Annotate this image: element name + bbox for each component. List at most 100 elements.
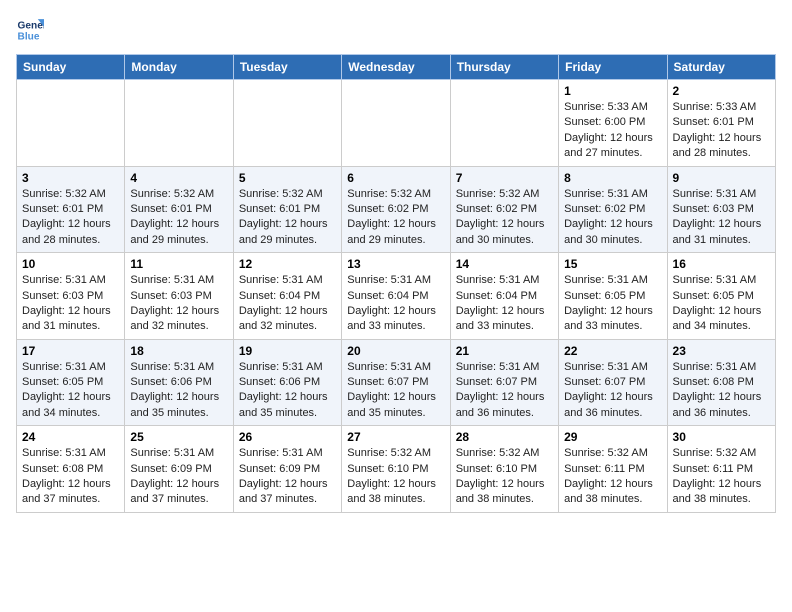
calendar-cell: 15 Sunrise: 5:31 AM Sunset: 6:05 PM Dayli…: [559, 253, 667, 340]
day-info: Sunrise: 5:31 AM Sunset: 6:08 PM Dayligh…: [673, 360, 770, 422]
calendar-cell: 14 Sunrise: 5:31 AM Sunset: 6:04 PM Dayli…: [450, 253, 558, 340]
calendar-cell: 5 Sunrise: 5:32 AM Sunset: 6:01 PM Daylig…: [233, 166, 341, 253]
svg-text:General: General: [18, 20, 44, 31]
calendar-cell: 28 Sunrise: 5:32 AM Sunset: 6:10 PM Dayli…: [450, 426, 558, 513]
weekday-header: Saturday: [667, 55, 775, 80]
calendar-cell: 18Sunrise: 5:31 AM Sunset: 6:06 PM Dayli…: [125, 339, 233, 426]
calendar-cell: 20 Sunrise: 5:31 AM Sunset: 6:07 PM Dayli…: [342, 339, 450, 426]
logo-icon: General Blue: [16, 16, 44, 44]
day-info: Sunrise: 5:32 AM Sunset: 6:10 PM Dayligh…: [347, 446, 444, 508]
day-info: Sunrise: 5:33 AM Sunset: 6:00 PM Dayligh…: [564, 100, 661, 162]
day-info: Sunrise: 5:31 AM Sunset: 6:08 PM Dayligh…: [22, 446, 119, 508]
day-number: 12: [239, 257, 336, 271]
calendar-cell: 8 Sunrise: 5:31 AM Sunset: 6:02 PM Daylig…: [559, 166, 667, 253]
calendar-cell: 12 Sunrise: 5:31 AM Sunset: 6:04 PM Dayli…: [233, 253, 341, 340]
calendar-cell: 7 Sunrise: 5:32 AM Sunset: 6:02 PM Daylig…: [450, 166, 558, 253]
day-info: Sunrise: 5:32 AM Sunset: 6:01 PM Dayligh…: [239, 187, 336, 249]
day-number: 17: [22, 344, 119, 358]
day-info: Sunrise: 5:32 AM Sunset: 6:10 PM Dayligh…: [456, 446, 553, 508]
calendar-cell: 1 Sunrise: 5:33 AM Sunset: 6:00 PM Daylig…: [559, 80, 667, 167]
calendar-cell: 13 Sunrise: 5:31 AM Sunset: 6:04 PM Dayli…: [342, 253, 450, 340]
day-info: Sunrise: 5:31 AM Sunset: 6:04 PM Dayligh…: [456, 273, 553, 335]
day-info: Sunrise: 5:33 AM Sunset: 6:01 PM Dayligh…: [673, 100, 770, 162]
weekday-header: Friday: [559, 55, 667, 80]
calendar-cell: 9Sunrise: 5:31 AM Sunset: 6:03 PM Daylig…: [667, 166, 775, 253]
day-info: Sunrise: 5:31 AM Sunset: 6:05 PM Dayligh…: [564, 273, 661, 335]
weekday-header: Tuesday: [233, 55, 341, 80]
calendar-cell: [450, 80, 558, 167]
day-info: Sunrise: 5:32 AM Sunset: 6:11 PM Dayligh…: [673, 446, 770, 508]
calendar-cell: 29 Sunrise: 5:32 AM Sunset: 6:11 PM Dayli…: [559, 426, 667, 513]
day-number: 25: [130, 430, 227, 444]
day-info: Sunrise: 5:31 AM Sunset: 6:06 PM Dayligh…: [130, 360, 227, 422]
weekday-header: Monday: [125, 55, 233, 80]
day-info: Sunrise: 5:31 AM Sunset: 6:03 PM Dayligh…: [22, 273, 119, 335]
day-number: 29: [564, 430, 661, 444]
weekday-header: Sunday: [17, 55, 125, 80]
calendar-cell: 10 Sunrise: 5:31 AM Sunset: 6:03 PM Dayli…: [17, 253, 125, 340]
calendar-cell: 22 Sunrise: 5:31 AM Sunset: 6:07 PM Dayli…: [559, 339, 667, 426]
calendar-header-row: SundayMondayTuesdayWednesdayThursdayFrid…: [17, 55, 776, 80]
weekday-header: Wednesday: [342, 55, 450, 80]
day-number: 22: [564, 344, 661, 358]
calendar-cell: 2Sunrise: 5:33 AM Sunset: 6:01 PM Daylig…: [667, 80, 775, 167]
day-info: Sunrise: 5:31 AM Sunset: 6:02 PM Dayligh…: [564, 187, 661, 249]
day-number: 15: [564, 257, 661, 271]
day-number: 14: [456, 257, 553, 271]
day-number: 7: [456, 171, 553, 185]
logo: General Blue: [16, 16, 48, 44]
weekday-header: Thursday: [450, 55, 558, 80]
day-number: 20: [347, 344, 444, 358]
day-number: 11: [130, 257, 227, 271]
day-info: Sunrise: 5:31 AM Sunset: 6:06 PM Dayligh…: [239, 360, 336, 422]
calendar-cell: 21 Sunrise: 5:31 AM Sunset: 6:07 PM Dayli…: [450, 339, 558, 426]
calendar-cell: [342, 80, 450, 167]
day-info: Sunrise: 5:32 AM Sunset: 6:01 PM Dayligh…: [22, 187, 119, 249]
calendar-cell: 23 Sunrise: 5:31 AM Sunset: 6:08 PM Dayli…: [667, 339, 775, 426]
calendar-cell: [17, 80, 125, 167]
calendar-cell: 3Sunrise: 5:32 AM Sunset: 6:01 PM Daylig…: [17, 166, 125, 253]
day-info: Sunrise: 5:32 AM Sunset: 6:11 PM Dayligh…: [564, 446, 661, 508]
day-info: Sunrise: 5:31 AM Sunset: 6:09 PM Dayligh…: [130, 446, 227, 508]
day-number: 21: [456, 344, 553, 358]
day-info: Sunrise: 5:31 AM Sunset: 6:03 PM Dayligh…: [673, 187, 770, 249]
day-info: Sunrise: 5:31 AM Sunset: 6:07 PM Dayligh…: [564, 360, 661, 422]
day-number: 24: [22, 430, 119, 444]
day-number: 28: [456, 430, 553, 444]
day-number: 4: [130, 171, 227, 185]
day-number: 23: [673, 344, 770, 358]
page-header: General Blue: [16, 16, 776, 44]
day-number: 27: [347, 430, 444, 444]
day-info: Sunrise: 5:32 AM Sunset: 6:01 PM Dayligh…: [130, 187, 227, 249]
calendar-week-row: 24 Sunrise: 5:31 AM Sunset: 6:08 PM Dayli…: [17, 426, 776, 513]
day-number: 10: [22, 257, 119, 271]
day-info: Sunrise: 5:31 AM Sunset: 6:05 PM Dayligh…: [22, 360, 119, 422]
day-number: 1: [564, 84, 661, 98]
day-info: Sunrise: 5:32 AM Sunset: 6:02 PM Dayligh…: [456, 187, 553, 249]
calendar-cell: 17 Sunrise: 5:31 AM Sunset: 6:05 PM Dayli…: [17, 339, 125, 426]
day-info: Sunrise: 5:31 AM Sunset: 6:07 PM Dayligh…: [456, 360, 553, 422]
calendar-week-row: 17 Sunrise: 5:31 AM Sunset: 6:05 PM Dayli…: [17, 339, 776, 426]
day-number: 13: [347, 257, 444, 271]
calendar-cell: 19 Sunrise: 5:31 AM Sunset: 6:06 PM Dayli…: [233, 339, 341, 426]
calendar-cell: 16Sunrise: 5:31 AM Sunset: 6:05 PM Dayli…: [667, 253, 775, 340]
calendar-week-row: 3Sunrise: 5:32 AM Sunset: 6:01 PM Daylig…: [17, 166, 776, 253]
calendar-cell: 4 Sunrise: 5:32 AM Sunset: 6:01 PM Daylig…: [125, 166, 233, 253]
day-number: 5: [239, 171, 336, 185]
calendar-cell: [125, 80, 233, 167]
calendar-table: SundayMondayTuesdayWednesdayThursdayFrid…: [16, 54, 776, 513]
day-info: Sunrise: 5:31 AM Sunset: 6:07 PM Dayligh…: [347, 360, 444, 422]
day-number: 8: [564, 171, 661, 185]
calendar-cell: 26Sunrise: 5:31 AM Sunset: 6:09 PM Dayli…: [233, 426, 341, 513]
day-number: 19: [239, 344, 336, 358]
day-number: 26: [239, 430, 336, 444]
svg-text:Blue: Blue: [18, 31, 40, 42]
day-info: Sunrise: 5:31 AM Sunset: 6:04 PM Dayligh…: [347, 273, 444, 335]
day-number: 6: [347, 171, 444, 185]
calendar-week-row: 10 Sunrise: 5:31 AM Sunset: 6:03 PM Dayli…: [17, 253, 776, 340]
calendar-cell: 6Sunrise: 5:32 AM Sunset: 6:02 PM Daylig…: [342, 166, 450, 253]
calendar-cell: 25 Sunrise: 5:31 AM Sunset: 6:09 PM Dayli…: [125, 426, 233, 513]
day-info: Sunrise: 5:31 AM Sunset: 6:04 PM Dayligh…: [239, 273, 336, 335]
day-info: Sunrise: 5:31 AM Sunset: 6:03 PM Dayligh…: [130, 273, 227, 335]
day-info: Sunrise: 5:31 AM Sunset: 6:05 PM Dayligh…: [673, 273, 770, 335]
